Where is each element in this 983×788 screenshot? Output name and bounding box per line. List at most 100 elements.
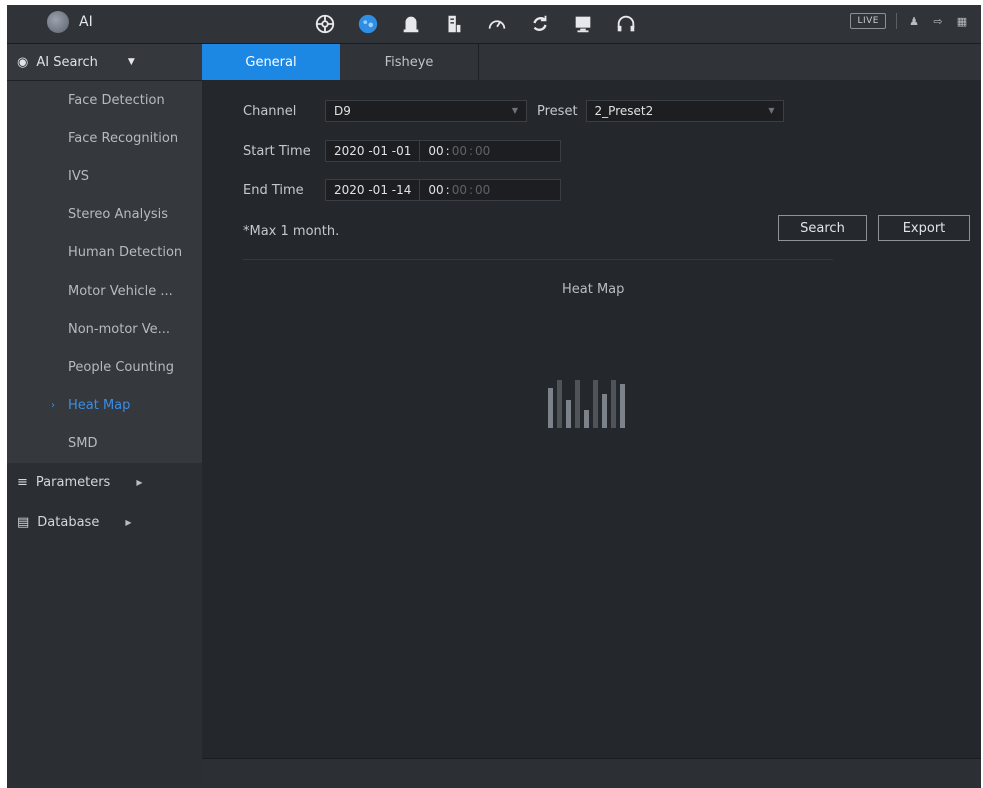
app-title: AI [79,14,93,30]
section-divider [243,259,833,260]
end-time-label: End Time [243,182,304,198]
sidebar-item-stereo-analysis[interactable]: Stereo Analysis [7,196,202,234]
start-time-label: Start Time [243,143,311,159]
loading-bar [593,380,598,428]
end-time-row: End Time 2020 -01 -14 00 : 00 : 00 [243,179,561,201]
speedometer-icon[interactable] [475,9,518,39]
sidebar-item-smd[interactable]: SMD [7,425,202,463]
dropdown-arrow-icon: ▼ [768,106,775,115]
loading-bar [611,380,616,428]
storage-icon[interactable] [432,9,475,39]
sidebar-item-people-counting[interactable]: People Counting [7,348,202,386]
sidebar-item-label: Heat Map [68,398,131,414]
search-button[interactable]: Search [778,215,867,241]
start-second: 00 [475,144,491,158]
logout-icon[interactable]: ⇨ [931,14,945,28]
start-time-field[interactable]: 2020 -01 -01 00 : 00 : 00 [325,140,561,162]
sidebar-item-label: Face Detection [68,92,165,108]
tab-bar: General Fisheye [202,44,981,80]
sidebar-section-database[interactable]: ▤ Database ▶ [7,503,202,543]
loading-bar [557,380,562,428]
channel-row: Channel D9 ▼ Preset 2_Preset2 ▼ [243,100,784,122]
caret-right-icon: ▶ [125,518,132,528]
top-bar: AI LIVE ♟ ⇨ ▦ [7,5,981,44]
end-date-input[interactable]: 2020 -01 -14 [326,180,421,200]
sidebar-item-non-motor-vehicle[interactable]: Non-motor Ve... [7,310,202,348]
search-icon: ◉ [17,54,29,70]
menu-grid-icon[interactable]: ▦ [955,14,969,28]
main-panel: General Fisheye Channel D9 ▼ Preset 2_Pr… [202,44,981,788]
sidebar-item-human-detection[interactable]: Human Detection [7,234,202,272]
time-separator: : [468,144,474,158]
end-time-field[interactable]: 2020 -01 -14 00 : 00 : 00 [325,179,561,201]
sidebar-item-label: Non-motor Ve... [68,321,171,337]
tab-fisheye[interactable]: Fisheye [340,44,479,80]
top-nav [303,9,647,39]
tab-general[interactable]: General [202,44,340,80]
sidebar-section-label: Database [37,515,100,531]
channel-value: D9 [334,104,351,118]
footer-bar [202,758,981,788]
loading-bar [575,380,580,428]
start-date-input[interactable]: 2020 -01 -01 [326,141,421,161]
sidebar-item-face-recognition[interactable]: Face Recognition [7,119,202,157]
sidebar-item-label: SMD [68,436,98,452]
headset-icon[interactable] [604,9,647,39]
end-time-input[interactable]: 00 : 00 : 00 [420,183,498,197]
loading-bar [602,394,607,428]
refresh-icon[interactable] [518,9,561,39]
sidebar-section-parameters[interactable]: ≡ Parameters ▶ [7,463,202,503]
preset-value: 2_Preset2 [594,104,654,118]
user-icon[interactable]: ♟ [907,14,921,28]
sidebar-item-label: IVS [68,168,89,184]
sidebar-item-face-detection[interactable]: Face Detection [7,81,202,119]
sidebar: ◉ AI Search ▼ Face Detection Face Recogn… [7,44,202,788]
caret-right-icon: ▶ [136,478,143,488]
sidebar-item-label: Motor Vehicle ... [68,283,173,299]
sidebar-item-ivs[interactable]: IVS [7,157,202,195]
export-button[interactable]: Export [878,215,970,241]
sidebar-header-label: AI Search [36,54,98,70]
live-button[interactable]: LIVE [850,13,886,29]
sidebar-item-motor-vehicle[interactable]: Motor Vehicle ... [7,272,202,310]
preset-select[interactable]: 2_Preset2 ▼ [585,100,784,122]
alarm-bell-icon[interactable] [389,9,432,39]
start-time-row: Start Time 2020 -01 -01 00 : 00 : 00 [243,140,561,162]
heat-map-title: Heat Map [562,282,625,297]
sidebar-item-label: Stereo Analysis [68,207,169,223]
sidebar-ai-search-header[interactable]: ◉ AI Search ▼ [7,44,202,81]
divider [896,13,897,29]
loading-bar [548,388,553,428]
loading-bars-icon [548,380,625,428]
ai-search-submenu: Face Detection Face Recognition IVS Ster… [7,81,202,463]
channel-label: Channel [243,103,297,119]
preset-label: Preset [537,103,578,119]
loading-bar [584,410,589,428]
database-icon: ▤ [17,515,30,531]
sidebar-item-label: Face Recognition [68,130,179,146]
end-hour: 00 [428,183,444,197]
list-icon: ≡ [17,475,28,491]
start-time-input[interactable]: 00 : 00 : 00 [420,144,498,158]
sidebar-item-heat-map[interactable]: › Heat Map [7,387,202,425]
dropdown-arrow-icon: ▼ [511,106,518,115]
brand: AI [47,11,93,33]
time-separator: : [445,183,450,197]
caret-down-icon: ▼ [127,57,135,67]
ai-brain-icon[interactable] [346,9,389,39]
start-hour: 00 [428,144,444,158]
chevron-right-icon: › [51,400,55,412]
start-minute: 00 [451,144,467,158]
channel-select[interactable]: D9 ▼ [325,100,527,122]
end-minute: 00 [451,183,467,197]
search-aperture-icon[interactable] [303,9,346,39]
end-second: 00 [475,183,491,197]
time-separator: : [445,144,450,158]
loading-bar [566,400,571,428]
monitor-icon[interactable] [561,9,604,39]
ai-brain-icon [47,11,69,33]
loading-bar [620,384,625,428]
max-range-note: *Max 1 month. [243,224,340,239]
sidebar-item-label: People Counting [68,359,175,375]
top-right-tools: LIVE ♟ ⇨ ▦ [850,13,969,29]
